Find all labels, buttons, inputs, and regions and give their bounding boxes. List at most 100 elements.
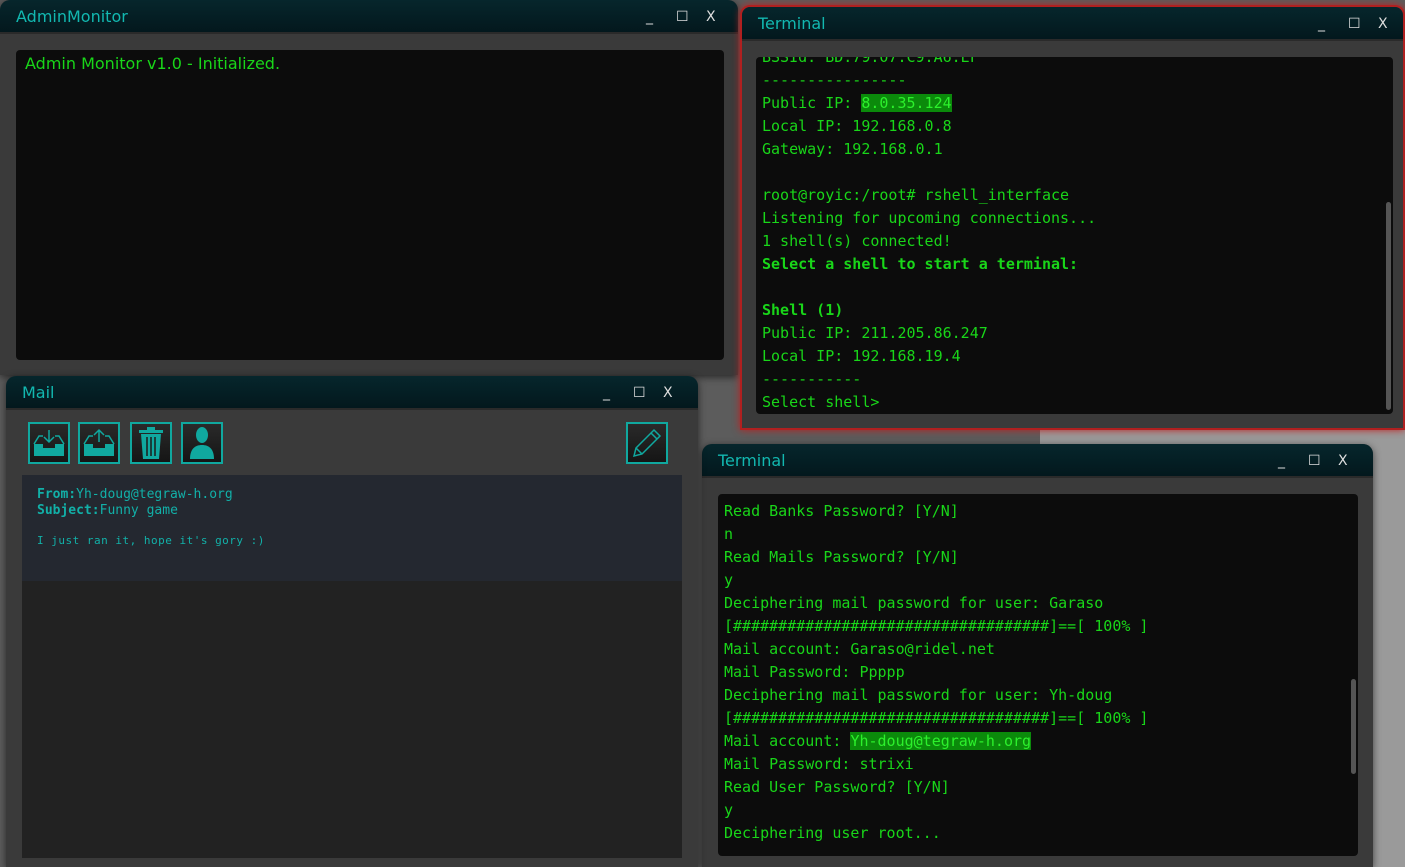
line-text: Mail Password: strixi: [724, 755, 914, 773]
maximize-button[interactable]: ☐: [676, 0, 689, 34]
line-text: Local IP: 192.168.0.8: [762, 117, 952, 135]
line-text: Listening for upcoming connections...: [762, 209, 1097, 227]
window-title: Mail: [22, 383, 55, 402]
contacts-button[interactable]: [181, 422, 223, 464]
line-text: 1 shell(s) connected!: [762, 232, 952, 250]
line-text: -----------: [762, 370, 862, 388]
line-text: [###################################]==[…: [724, 709, 1149, 727]
terminal-titlebar[interactable]: Terminal _ ☐ X: [702, 444, 1373, 478]
mail-titlebar[interactable]: Mail _ ☐ X: [6, 376, 698, 410]
line-text: Read Banks Password? [Y/N]: [724, 502, 959, 520]
terminal-line: y: [724, 799, 1358, 822]
terminal-line: [###################################]==[…: [724, 707, 1358, 730]
subject-label: Subject:: [37, 503, 100, 518]
terminal-window: Terminal _ ☐ X Read Banks Password? [Y/N…: [702, 444, 1373, 867]
terminal-line: n: [724, 523, 1358, 546]
line-text: Deciphering user root...: [724, 824, 941, 842]
terminal-line: Mail account: Garaso@ridel.net: [724, 638, 1358, 661]
minimize-button[interactable]: _: [1318, 7, 1325, 41]
terminal-line: Listening for upcoming connections...: [762, 207, 1393, 230]
compose-button[interactable]: [626, 422, 668, 464]
mail-window: Mail _ ☐ X From:Yh-doug@tegraw-h.org Sub…: [6, 376, 698, 867]
terminal-line: Mail Password: strixi: [724, 753, 1358, 776]
message-view: From:Yh-doug@tegraw-h.org Subject:Funny …: [22, 475, 682, 581]
terminal-line: Local IP: 192.168.0.8: [762, 115, 1393, 138]
line-text: n: [724, 525, 734, 543]
admin-monitor-window: AdminMonitor _ ☐ X Admin Monitor v1.0 - …: [0, 0, 738, 375]
inbox-button[interactable]: [28, 422, 70, 464]
line-text: Deciphering mail password for user: Yh-d…: [724, 686, 1113, 704]
window-title: Terminal: [758, 14, 826, 33]
scrollbar[interactable]: [1386, 202, 1391, 410]
admin-log-panel: Admin Monitor v1.0 - Initialized.: [16, 50, 724, 360]
outbox-button[interactable]: [78, 422, 120, 464]
inbox-icon: [33, 430, 65, 456]
maximize-button[interactable]: ☐: [1348, 7, 1361, 41]
terminal-line: [###################################]==[…: [724, 615, 1358, 638]
terminal-line: Read User Password? [Y/N]: [724, 776, 1358, 799]
terminal-output[interactable]: Read Banks Password? [Y/N] n Read Mails Pa…: [718, 494, 1358, 856]
subject-value: Funny game: [99, 503, 178, 518]
terminal-line: 1 shell(s) connected!: [762, 230, 1393, 253]
minimize-button[interactable]: _: [603, 376, 610, 410]
line-text: Read User Password? [Y/N]: [724, 778, 950, 796]
terminal-line: Public IP: 8.0.35.124: [762, 92, 1393, 115]
line-text: y: [724, 571, 734, 589]
admin-titlebar[interactable]: AdminMonitor _ ☐ X: [0, 0, 738, 34]
line-text: root@royic:/root# rshell_interface: [762, 186, 1070, 204]
highlighted-text: 8.0.35.124: [861, 94, 952, 112]
terminal-line: Public IP: 211.205.86.247: [762, 322, 1393, 345]
line-text: Deciphering mail password for user: Gara…: [724, 594, 1104, 612]
terminal-line: Shell (1): [762, 299, 1393, 322]
terminal-line: y: [724, 569, 1358, 592]
terminal-line: Mail account: Yh-doug@tegraw-h.org: [724, 730, 1358, 753]
minimize-button[interactable]: _: [1278, 444, 1285, 478]
terminal-line: Select shell>: [762, 391, 1393, 414]
terminal-titlebar[interactable]: Terminal _ ☐ X: [742, 7, 1403, 41]
window-title: AdminMonitor: [16, 7, 128, 26]
delete-button[interactable]: [130, 422, 172, 464]
line-text: Public IP:: [762, 94, 862, 112]
terminal-line: root@royic:/root# rshell_interface: [762, 184, 1393, 207]
maximize-button[interactable]: ☐: [633, 376, 646, 410]
mail-list-area: [22, 581, 682, 858]
terminal-line: Local IP: 192.168.19.4: [762, 345, 1393, 368]
from-label: From:: [37, 487, 77, 502]
line-text: Mail account: Garaso@ridel.net: [724, 640, 995, 658]
line-text: BSSId: BD:79:07:C9:A6:EF: [762, 57, 979, 66]
terminal-line: BSSId: BD:79:07:C9:A6:EF: [762, 57, 1393, 69]
terminal-line: Deciphering mail password for user: Gara…: [724, 592, 1358, 615]
terminal-output[interactable]: BSSId: BD:79:07:C9:A6:EF ----------------…: [756, 57, 1393, 414]
terminal-line: Read Banks Password? [Y/N]: [724, 500, 1358, 523]
line-text: Mail account:: [724, 732, 851, 750]
terminal-window-active: Terminal _ ☐ X BSSId: BD:79:07:C9:A6:EF -…: [740, 5, 1405, 430]
terminal-line: Deciphering mail password for user: Yh-d…: [724, 684, 1358, 707]
highlighted-text: Yh-doug@tegraw-h.org: [850, 732, 1032, 750]
window-title: Terminal: [718, 451, 786, 470]
terminal-line: Select a shell to start a terminal:: [762, 253, 1393, 276]
line-text: Read Mails Password? [Y/N]: [724, 548, 959, 566]
line-text: Local IP: 192.168.19.4: [762, 347, 961, 365]
close-button[interactable]: X: [663, 376, 673, 410]
terminal-line: Mail Password: Ppppp: [724, 661, 1358, 684]
close-button[interactable]: X: [1338, 444, 1348, 478]
line-text: Select a shell to start a terminal:: [762, 255, 1079, 273]
line-text: [###################################]==[…: [724, 617, 1149, 635]
line-text: ----------------: [762, 71, 907, 89]
pencil-icon: [632, 428, 662, 458]
close-button[interactable]: X: [1378, 7, 1388, 41]
maximize-button[interactable]: ☐: [1308, 444, 1321, 478]
minimize-button[interactable]: _: [646, 0, 653, 34]
line-text: Shell (1): [762, 301, 844, 319]
admin-log-text: Admin Monitor v1.0 - Initialized.: [25, 54, 281, 73]
close-button[interactable]: X: [706, 0, 716, 34]
terminal-line: Gateway: 192.168.0.1: [762, 138, 1393, 161]
trash-icon: [139, 427, 163, 459]
line-text: Mail Password: Ppppp: [724, 663, 905, 681]
terminal-line: Read Mails Password? [Y/N]: [724, 546, 1358, 569]
line-text: Public IP: 211.205.86.247: [762, 324, 988, 342]
from-value: Yh-doug@tegraw-h.org: [76, 487, 233, 502]
scrollbar[interactable]: [1351, 679, 1356, 774]
